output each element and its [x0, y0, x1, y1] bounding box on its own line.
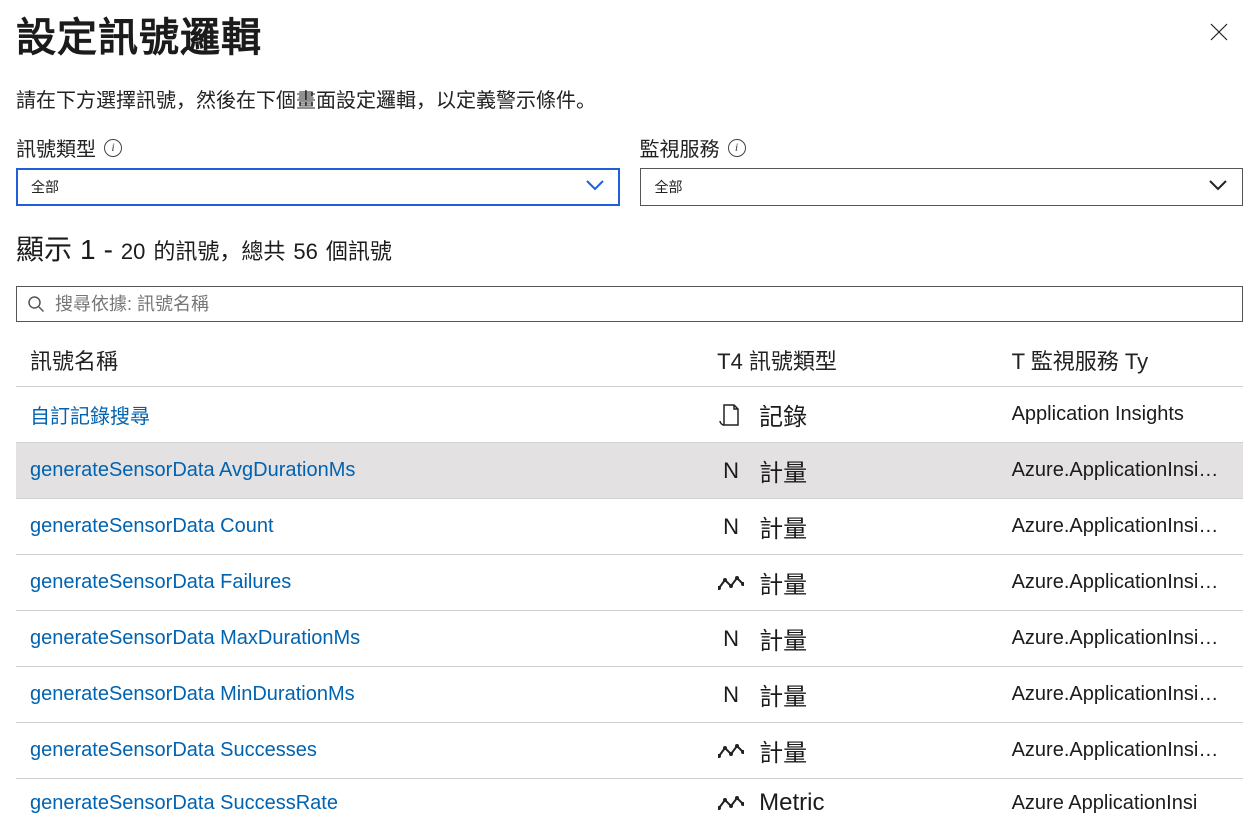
monitor-service-label: 監視服務 i: [640, 133, 746, 162]
signal-name[interactable]: generateSensorData SuccessRate: [16, 779, 703, 827]
type-glyph-icon: N: [717, 626, 745, 652]
table-row[interactable]: generateSensorData AvgDurationMs N 計量 Azure…: [16, 443, 1243, 499]
info-icon[interactable]: i: [728, 139, 746, 157]
signal-name[interactable]: generateSensorData Failures: [16, 555, 703, 611]
column-header-name[interactable]: 訊號名稱: [16, 338, 703, 387]
signal-type-cell: Metric: [703, 779, 997, 827]
signal-type-cell: N 計量: [703, 443, 997, 499]
signal-type-label: 訊號類型 i: [16, 133, 122, 162]
signal-type-dropdown[interactable]: 全部: [16, 168, 620, 206]
signal-type-label: 計量: [759, 509, 807, 544]
search-input-wrapper[interactable]: [16, 286, 1243, 322]
table-row[interactable]: 自訂記錄搜尋 記錄 Application Insights: [16, 387, 1243, 443]
table-row[interactable]: generateSensorData Count N 計量 Azure.Applica…: [16, 499, 1243, 555]
dropdown-value: 全部: [655, 177, 683, 197]
page-title: 設定訊號邏輯: [16, 14, 1243, 62]
type-glyph-icon: N: [717, 458, 745, 484]
signal-service: Azure.ApplicationInsi…: [998, 555, 1243, 611]
signal-type-cell: N 計量: [703, 499, 997, 555]
type-glyph-icon: [717, 742, 745, 760]
table-row[interactable]: generateSensorData MaxDurationMs N 計量 Azure…: [16, 611, 1243, 667]
monitor-service-label-text: 監視服務: [640, 133, 720, 162]
info-icon[interactable]: i: [104, 139, 122, 157]
chevron-down-icon: [585, 178, 605, 197]
dropdown-value: 全部: [31, 177, 59, 197]
type-glyph-icon: [717, 402, 745, 428]
signal-type-label: Metric: [759, 789, 824, 817]
signal-type-cell: 計量: [703, 555, 997, 611]
signal-name[interactable]: generateSensorData MaxDurationMs: [16, 611, 703, 667]
signal-type-cell: N 計量: [703, 667, 997, 723]
signal-service: Azure ApplicationInsi: [998, 779, 1243, 827]
result-count: 顯示 1 - 20 的訊號，總共 56 個訊號: [16, 228, 1243, 268]
signal-service: Azure.ApplicationInsi…: [998, 611, 1243, 667]
close-icon[interactable]: [1209, 22, 1229, 47]
signal-name[interactable]: 自訂記錄搜尋: [16, 387, 703, 443]
table-row[interactable]: generateSensorData Successes 計量 Azure.Appl…: [16, 723, 1243, 779]
table-row[interactable]: generateSensorData SuccessRate Metric Azur…: [16, 779, 1243, 827]
signal-type-cell: 記錄: [703, 387, 997, 443]
monitor-service-dropdown[interactable]: 全部: [640, 168, 1244, 206]
signal-type-cell: N 計量: [703, 611, 997, 667]
type-glyph-icon: N: [717, 514, 745, 540]
table-row[interactable]: generateSensorData MinDurationMs N 計量 Azure…: [16, 667, 1243, 723]
signal-type-label: 計量: [759, 621, 807, 656]
search-icon: [27, 295, 45, 313]
signal-name[interactable]: generateSensorData AvgDurationMs: [16, 443, 703, 499]
search-input[interactable]: [55, 294, 1232, 315]
signal-service: Azure.ApplicationInsi…: [998, 499, 1243, 555]
signal-type-label: 計量: [759, 677, 807, 712]
chevron-down-icon: [1208, 178, 1228, 197]
signal-type-cell: 計量: [703, 723, 997, 779]
signal-service: Azure.ApplicationInsi…: [998, 443, 1243, 499]
signal-type-label: 計量: [759, 733, 807, 768]
type-glyph-icon: N: [717, 682, 745, 708]
signal-service: Application Insights: [998, 387, 1243, 443]
signal-type-label: 計量: [759, 565, 807, 600]
signal-name[interactable]: generateSensorData Count: [16, 499, 703, 555]
column-header-type[interactable]: T4 訊號類型: [703, 338, 997, 387]
page-subtitle: 請在下方選擇訊號，然後在下個畫面設定邏輯，以定義警示條件。: [16, 84, 1243, 113]
signal-type-label: 計量: [759, 453, 807, 488]
signals-table: 訊號名稱 T4 訊號類型 T 監視服務 Ty 自訂記錄搜尋 記錄 Applicati…: [16, 338, 1243, 827]
signal-type-label: 記錄: [759, 397, 807, 432]
signal-name[interactable]: generateSensorData Successes: [16, 723, 703, 779]
table-row[interactable]: generateSensorData Failures 計量 Azure.Appli…: [16, 555, 1243, 611]
type-glyph-icon: [717, 574, 745, 592]
signal-name[interactable]: generateSensorData MinDurationMs: [16, 667, 703, 723]
type-glyph-icon: [717, 794, 745, 812]
signal-service: Azure.ApplicationInsi…: [998, 667, 1243, 723]
column-header-service[interactable]: T 監視服務 Ty: [998, 338, 1243, 387]
signal-service: Azure.ApplicationInsi…: [998, 723, 1243, 779]
signal-type-label-text: 訊號類型: [16, 133, 96, 162]
